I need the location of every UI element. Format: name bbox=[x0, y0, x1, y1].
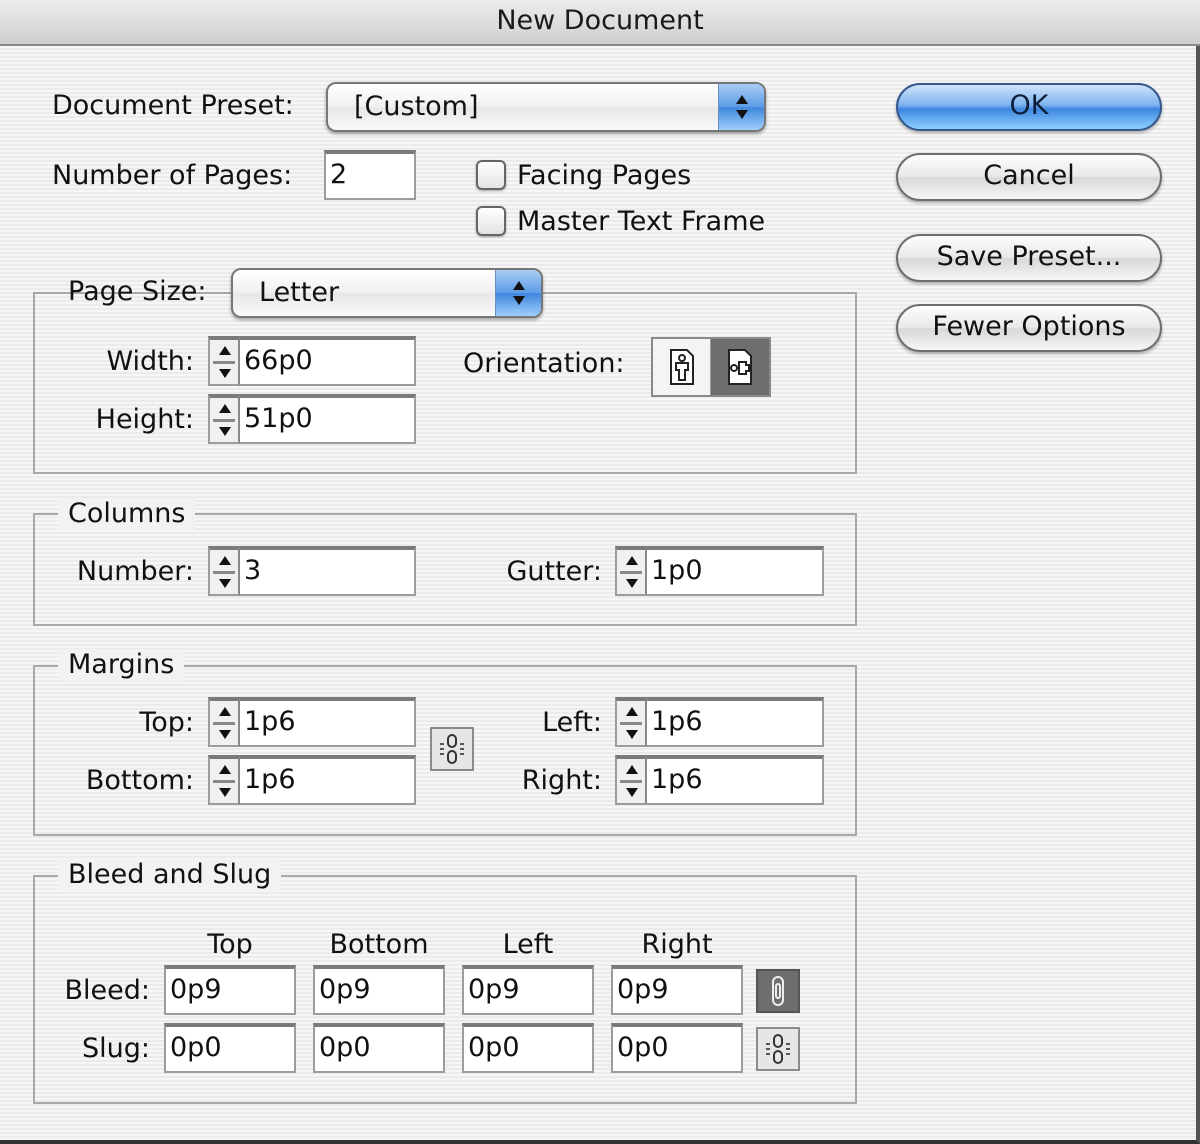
width-label: Width: bbox=[106, 346, 194, 377]
columns-title: Columns bbox=[58, 498, 196, 530]
page-size-select[interactable]: Letter bbox=[231, 268, 543, 318]
slug-label: Slug: bbox=[82, 1033, 150, 1064]
margin-right-stepper[interactable] bbox=[615, 755, 647, 805]
gutter-stepper[interactable] bbox=[615, 546, 647, 596]
columns-number-stepper[interactable] bbox=[208, 546, 240, 596]
bleed-header-right: Right bbox=[641, 929, 713, 960]
window-title-bar[interactable]: New Document bbox=[0, 0, 1200, 46]
page-size-value: Letter bbox=[259, 277, 340, 308]
page-size-label: Page Size: bbox=[68, 276, 207, 307]
broken-chain-icon bbox=[766, 1034, 790, 1064]
margin-bottom-input[interactable]: 1p6 bbox=[240, 755, 416, 805]
margin-right-label: Right: bbox=[521, 765, 602, 796]
margin-left-label: Left: bbox=[542, 707, 602, 738]
margin-top-input[interactable]: 1p6 bbox=[240, 697, 416, 747]
bleed-header-top: Top bbox=[207, 929, 253, 960]
margin-left-input[interactable]: 1p6 bbox=[647, 697, 824, 747]
margin-bottom-label: Bottom: bbox=[85, 765, 194, 796]
number-of-pages-input[interactable]: 2 bbox=[324, 150, 416, 200]
width-input[interactable]: 66p0 bbox=[240, 336, 416, 386]
bleed-left-input[interactable]: 0p9 bbox=[462, 965, 594, 1015]
height-stepper[interactable] bbox=[208, 394, 240, 444]
gutter-input[interactable]: 1p0 bbox=[647, 546, 824, 596]
master-text-frame-label[interactable]: Master Text Frame bbox=[517, 206, 765, 238]
height-label: Height: bbox=[95, 404, 194, 435]
columns-number-field: 3 bbox=[208, 546, 416, 596]
document-preset-label: Document Preset: bbox=[52, 90, 294, 121]
landscape-page-icon bbox=[728, 349, 752, 385]
orientation-toggle bbox=[651, 337, 771, 397]
slug-link-button[interactable] bbox=[756, 1027, 800, 1071]
slug-top-input[interactable]: 0p0 bbox=[164, 1023, 296, 1073]
margin-left-stepper[interactable] bbox=[615, 697, 647, 747]
height-field: 51p0 bbox=[208, 394, 416, 444]
fewer-options-button[interactable]: Fewer Options bbox=[896, 304, 1162, 352]
bleed-slug-title: Bleed and Slug bbox=[58, 859, 282, 891]
height-input[interactable]: 51p0 bbox=[240, 394, 416, 444]
margin-top-stepper[interactable] bbox=[208, 697, 240, 747]
new-document-dialog: Document Preset: [Custom] Number of Page… bbox=[0, 46, 1200, 1144]
gutter-label: Gutter: bbox=[506, 556, 602, 587]
landscape-orientation-button[interactable] bbox=[711, 339, 769, 395]
save-preset-button[interactable]: Save Preset... bbox=[896, 234, 1162, 282]
margin-top-label: Top: bbox=[139, 707, 194, 738]
orientation-label: Orientation: bbox=[463, 348, 625, 379]
bleed-top-input[interactable]: 0p9 bbox=[164, 965, 296, 1015]
facing-pages-label[interactable]: Facing Pages bbox=[517, 160, 691, 192]
portrait-page-icon bbox=[669, 349, 694, 385]
document-preset-select[interactable]: [Custom] bbox=[326, 82, 766, 132]
bleed-header-bottom: Bottom bbox=[329, 929, 429, 960]
bleed-label: Bleed: bbox=[64, 975, 150, 1006]
columns-number-input[interactable]: 3 bbox=[240, 546, 416, 596]
number-of-pages-label: Number of Pages: bbox=[52, 160, 293, 191]
slug-right-input[interactable]: 0p0 bbox=[611, 1023, 743, 1073]
margin-left-field: 1p6 bbox=[615, 697, 824, 747]
bleed-bottom-input[interactable]: 0p9 bbox=[313, 965, 445, 1015]
popup-arrows-icon bbox=[495, 270, 541, 316]
columns-number-label: Number: bbox=[76, 556, 194, 587]
master-text-frame-checkbox[interactable] bbox=[476, 206, 506, 236]
margin-bottom-stepper[interactable] bbox=[208, 755, 240, 805]
ok-button[interactable]: OK bbox=[896, 83, 1162, 131]
slug-left-input[interactable]: 0p0 bbox=[462, 1023, 594, 1073]
margin-bottom-field: 1p6 bbox=[208, 755, 416, 805]
margins-title: Margins bbox=[58, 649, 185, 681]
cancel-button[interactable]: Cancel bbox=[896, 153, 1162, 201]
bleed-right-input[interactable]: 0p9 bbox=[611, 965, 743, 1015]
chain-link-icon bbox=[772, 976, 784, 1006]
window-title: New Document bbox=[496, 5, 704, 36]
gutter-field: 1p0 bbox=[615, 546, 824, 596]
margin-right-field: 1p6 bbox=[615, 755, 824, 805]
bleed-link-button[interactable] bbox=[756, 969, 800, 1013]
width-stepper[interactable] bbox=[208, 336, 240, 386]
facing-pages-checkbox[interactable] bbox=[476, 160, 506, 190]
portrait-orientation-button[interactable] bbox=[653, 339, 711, 395]
slug-bottom-input[interactable]: 0p0 bbox=[313, 1023, 445, 1073]
width-field: 66p0 bbox=[208, 336, 416, 386]
margin-top-field: 1p6 bbox=[208, 697, 416, 747]
popup-arrows-icon bbox=[718, 84, 764, 130]
document-preset-value: [Custom] bbox=[354, 91, 479, 122]
margin-right-input[interactable]: 1p6 bbox=[647, 755, 824, 805]
bleed-header-left: Left bbox=[502, 929, 554, 960]
